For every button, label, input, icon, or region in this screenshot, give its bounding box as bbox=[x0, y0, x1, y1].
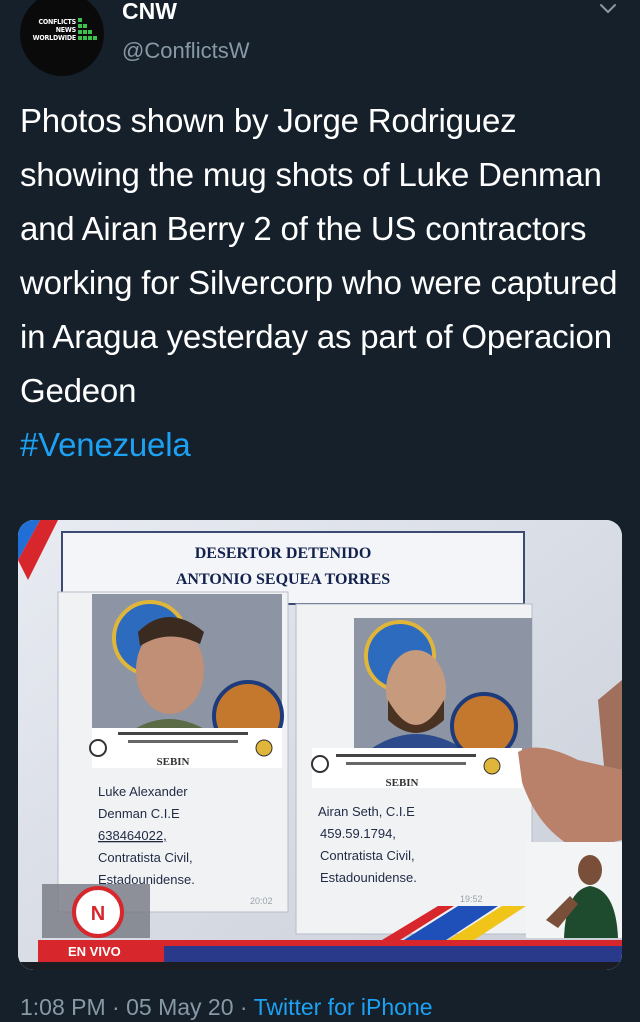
right-card-line: Airan Seth, C.I.E bbox=[318, 804, 415, 819]
tweet-photo[interactable]: DESERTOR DETENIDO ANTONIO SEQUEA TORRES … bbox=[18, 520, 622, 970]
avatar-logo-text: CONFLICTS NEWS WORLDWIDE bbox=[30, 18, 77, 42]
tweet-time[interactable]: 1:08 PM bbox=[20, 994, 106, 1020]
tweet-header: CONFLICTS NEWS WORLDWIDE CNW @ConflictsW bbox=[0, 0, 640, 80]
tweet-text: Photos shown by Jorge Rodriguez showing … bbox=[20, 94, 630, 472]
meta-separator: · bbox=[112, 994, 120, 1020]
hashtag-link[interactable]: #Venezuela bbox=[20, 426, 191, 463]
avatar-logo-line: NEWS bbox=[55, 26, 76, 34]
right-card-header: SEBIN bbox=[385, 777, 418, 789]
left-card-header: SEBIN bbox=[156, 756, 189, 768]
live-label: EN VIVO bbox=[68, 944, 121, 959]
author-handle[interactable]: @ConflictsW bbox=[122, 38, 249, 64]
avatar[interactable]: CONFLICTS NEWS WORLDWIDE bbox=[20, 0, 104, 76]
author-name[interactable]: CNW bbox=[122, 0, 177, 25]
left-card-time: 20:02 bbox=[250, 896, 273, 906]
avatar-bars-icon bbox=[78, 14, 98, 40]
tweet-date[interactable]: 05 May 20 bbox=[126, 994, 233, 1020]
avatar-logo-line: CONFLICTS bbox=[38, 18, 76, 26]
tweet-source-link[interactable]: Twitter for iPhone bbox=[254, 994, 433, 1020]
avatar-logo-line: WORLDWIDE bbox=[32, 34, 77, 42]
right-card-line: Contratista Civil, bbox=[320, 848, 415, 863]
right-card-line: 459.59.1794, bbox=[320, 826, 396, 841]
left-card-line: 638464022, bbox=[98, 828, 167, 843]
left-card-line: Contratista Civil, bbox=[98, 850, 193, 865]
meta-separator: · bbox=[239, 994, 248, 1020]
chevron-down-icon[interactable] bbox=[596, 0, 620, 20]
title-line-2: ANTONIO SEQUEA TORRES bbox=[176, 571, 390, 588]
right-card-line: Estadounidense. bbox=[320, 870, 417, 885]
left-card-line: Luke Alexander bbox=[98, 784, 188, 799]
title-line-1: DESERTOR DETENIDO bbox=[195, 545, 372, 562]
right-card-time: 19:52 bbox=[460, 894, 483, 904]
tweet-meta: 1:08 PM · 05 May 20 · Twitter for iPhone bbox=[20, 994, 433, 1021]
left-card-line: Denman C.I.E bbox=[98, 806, 180, 821]
channel-logo-letter: N bbox=[91, 903, 105, 925]
tweet-body: Photos shown by Jorge Rodriguez showing … bbox=[20, 102, 618, 409]
tv-screenshot: DESERTOR DETENIDO ANTONIO SEQUEA TORRES … bbox=[18, 520, 622, 970]
